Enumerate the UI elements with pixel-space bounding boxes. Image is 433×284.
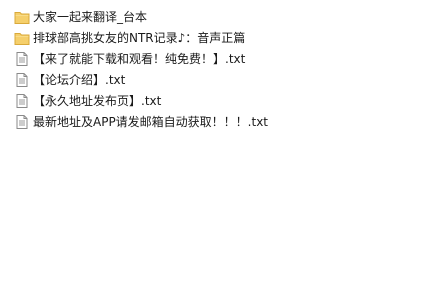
file-name: 【来了就能下载和观看！纯免费！】.txt bbox=[33, 51, 246, 66]
file-item[interactable]: 【永久地址发布页】.txt bbox=[14, 90, 424, 111]
file-name: 【论坛介绍】.txt bbox=[33, 72, 126, 87]
folder-name: 排球部高挑女友的NTR记录♪：音声正篇 bbox=[33, 30, 246, 45]
text-file-icon bbox=[14, 93, 30, 109]
folder-icon bbox=[14, 30, 30, 46]
folder-item[interactable]: 大家一起来翻译_台本 bbox=[14, 6, 424, 27]
text-file-icon bbox=[14, 51, 30, 67]
file-item[interactable]: 【论坛介绍】.txt bbox=[14, 69, 424, 90]
text-file-icon bbox=[14, 114, 30, 130]
folder-item[interactable]: 排球部高挑女友的NTR记录♪：音声正篇 bbox=[14, 27, 424, 48]
file-name: 【永久地址发布页】.txt bbox=[33, 93, 162, 108]
file-item[interactable]: 【来了就能下载和观看！纯免费！】.txt bbox=[14, 48, 424, 69]
folder-name: 大家一起来翻译_台本 bbox=[33, 9, 148, 24]
file-item[interactable]: 最新地址及APP请发邮箱自动获取！！！.txt bbox=[14, 111, 424, 132]
file-name: 最新地址及APP请发邮箱自动获取！！！.txt bbox=[33, 114, 269, 129]
text-file-icon bbox=[14, 72, 30, 88]
file-list: 大家一起来翻译_台本 排球部高挑女友的NTR记录♪：音声正篇 【来了就能下载和观… bbox=[14, 6, 424, 132]
folder-icon bbox=[14, 9, 30, 25]
